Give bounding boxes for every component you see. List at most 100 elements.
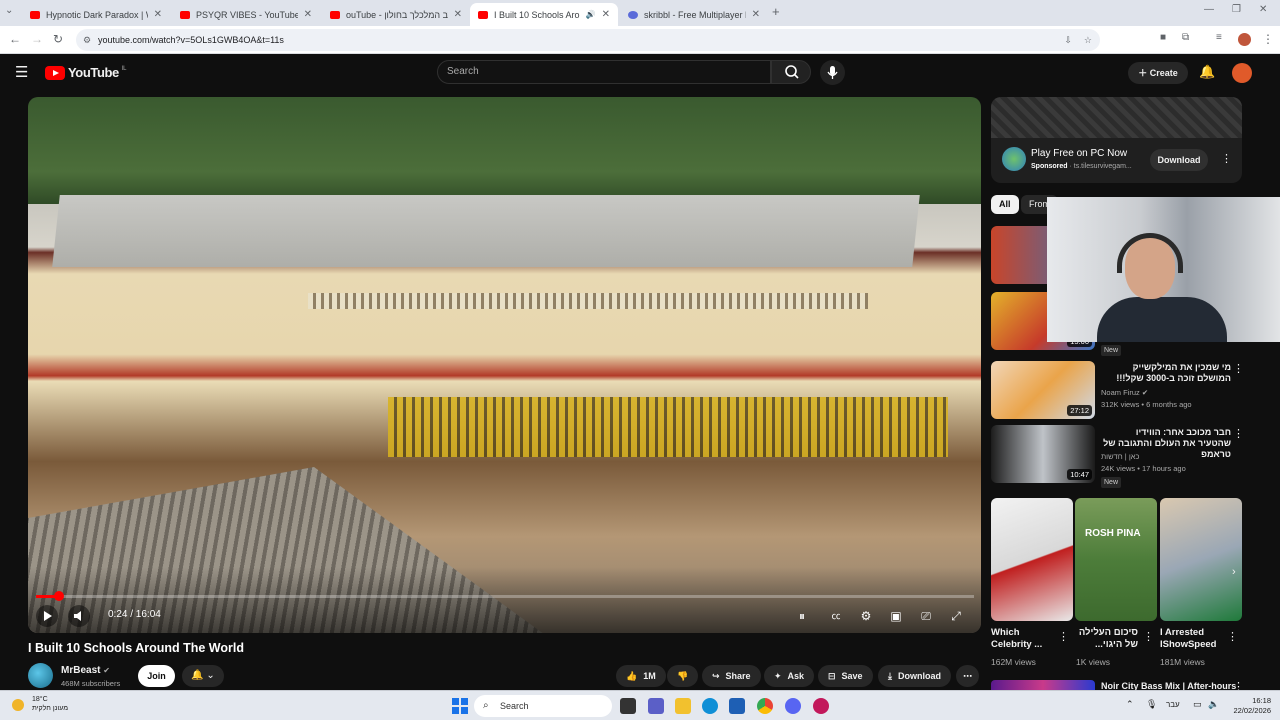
close-tab-icon[interactable]: ✕: [752, 9, 760, 20]
short-more-icon[interactable]: ⋮: [1143, 630, 1154, 643]
bookmark-star-icon[interactable]: ☆: [1084, 29, 1092, 51]
file-explorer-icon[interactable]: [675, 698, 691, 714]
close-tab-icon[interactable]: ✕: [602, 9, 610, 20]
chrome-icon[interactable]: [757, 698, 773, 714]
media-controls-icon[interactable]: ≡: [1216, 32, 1222, 43]
profile-avatar[interactable]: [1238, 33, 1251, 46]
search-input[interactable]: Search: [437, 60, 771, 84]
chevron-right-icon[interactable]: ›: [1232, 566, 1236, 578]
download-button[interactable]: ⤓ Download: [878, 665, 951, 687]
related-title-3[interactable]: מי שמכין את המילקשייק המושלם זוכה ב-3000…: [1101, 362, 1231, 384]
system-clock[interactable]: 16:18 22/02/2026: [1225, 696, 1271, 716]
window-close-icon[interactable]: ✕: [1259, 4, 1267, 15]
browser-tab-2[interactable]: PSYQR VIBES - YouTube ✕: [172, 3, 320, 26]
short-title-1[interactable]: Which Celebrity ...: [991, 627, 1061, 651]
browser-tab-1[interactable]: Hypnotic Dark Paradox | When ✕: [22, 3, 170, 26]
related-more-icon[interactable]: ⋮: [1233, 427, 1244, 440]
close-tab-icon[interactable]: ✕: [304, 9, 312, 20]
taskbar-search[interactable]: ⌕ Search: [474, 695, 612, 717]
weather-widget[interactable]: 18°C מעונן חלקית: [32, 695, 68, 713]
short-title-2[interactable]: סיכום העלילה של היגוי...: [1076, 627, 1138, 651]
network-icon[interactable]: ▭: [1193, 699, 1202, 710]
related-thumbnail-4[interactable]: 10:47: [991, 425, 1095, 483]
short-thumbnail-2[interactable]: ROSH PINA: [1075, 498, 1157, 621]
next-video-thumbnail[interactable]: [991, 680, 1095, 690]
channel-avatar[interactable]: [28, 663, 53, 688]
extensions-puzzle-icon[interactable]: ⧉: [1182, 32, 1189, 43]
ad-download-button[interactable]: Download: [1150, 149, 1208, 171]
account-avatar[interactable]: [1232, 63, 1252, 83]
notifications-bell-icon[interactable]: 🔔: [1199, 64, 1215, 80]
edge-icon[interactable]: [702, 698, 718, 714]
related-thumbnail-3[interactable]: 27:12: [991, 361, 1095, 419]
hamburger-menu-icon[interactable]: ☰: [15, 63, 28, 81]
join-button[interactable]: Join: [138, 665, 175, 687]
app-icon[interactable]: [813, 698, 829, 714]
ad-more-icon[interactable]: ⋮: [1221, 152, 1232, 165]
search-button[interactable]: [771, 60, 811, 84]
short-thumbnail-3[interactable]: [1160, 498, 1242, 621]
sidebar-ad[interactable]: Play Free on PC Now Sponsored · ts.tiles…: [991, 97, 1242, 183]
close-tab-icon[interactable]: ✕: [154, 9, 162, 20]
chip-all[interactable]: All: [991, 195, 1019, 214]
speaker-icon[interactable]: 🔊: [586, 10, 596, 19]
like-button[interactable]: 👍 1M: [616, 665, 666, 687]
video-player[interactable]: 0:24 / 16:04 ⏸ ㏄ ⚙ ▣ ⎚ ⤢: [28, 97, 981, 633]
browser-tab-5[interactable]: skribbl - Free Multiplayer Drawi ✕: [620, 3, 768, 26]
tray-chevron-icon[interactable]: ⌃: [1126, 699, 1134, 710]
minimize-icon[interactable]: —: [1204, 4, 1214, 15]
webcam-overlay: [1047, 197, 1280, 342]
close-tab-icon[interactable]: ✕: [454, 9, 462, 20]
create-button[interactable]: ＋ Create: [1128, 62, 1188, 84]
dislike-button[interactable]: 👎: [667, 665, 699, 687]
language-indicator[interactable]: עבר: [1166, 700, 1180, 709]
share-button[interactable]: ↪ Share: [702, 665, 761, 687]
captions-button[interactable]: ㏄: [825, 605, 847, 627]
tab-list-chevron-icon[interactable]: ⌄: [5, 5, 13, 16]
miniplayer-button[interactable]: ▣: [885, 605, 907, 627]
thumbs-down-icon: 👎: [677, 670, 689, 681]
weather-icon[interactable]: [12, 699, 24, 711]
channel-name[interactable]: MrBeast ✔: [61, 665, 110, 676]
install-app-icon[interactable]: ⇩: [1064, 29, 1072, 51]
site-info-icon[interactable]: ⚙: [83, 29, 91, 51]
reload-icon[interactable]: ↻: [53, 32, 63, 46]
subscription-bell-button[interactable]: 🔔 ⌄: [182, 665, 224, 687]
volume-button[interactable]: [68, 605, 90, 627]
play-button[interactable]: [36, 605, 58, 627]
cast-button[interactable]: ⎚: [915, 605, 937, 627]
forward-icon[interactable]: →: [31, 32, 43, 46]
store-icon[interactable]: [729, 698, 745, 714]
more-actions-button[interactable]: ⋯: [956, 665, 979, 687]
extension-icon[interactable]: ■: [1160, 32, 1166, 43]
restore-icon[interactable]: ❐: [1232, 4, 1241, 15]
volume-icon[interactable]: 🔈: [1208, 699, 1219, 710]
browser-tab-4-active[interactable]: I Built 10 Schools Around T 🔊 ✕: [470, 3, 618, 26]
youtube-logo[interactable]: YouTube IL: [45, 65, 127, 80]
autoplay-toggle[interactable]: ⏸: [791, 605, 813, 627]
short-more-icon[interactable]: ⋮: [1227, 630, 1238, 643]
short-title-3[interactable]: I Arrested IShowSpeed: [1160, 627, 1230, 651]
browser-menu-icon[interactable]: ⋮: [1262, 32, 1274, 46]
short-thumbnail-1[interactable]: [991, 498, 1073, 621]
url-field[interactable]: ⚙ youtube.com/watch?v=5OLs1GWB4OA&t=11s …: [76, 29, 1100, 51]
tray-mic-icon[interactable]: 🎙: [1146, 699, 1157, 710]
teams-icon[interactable]: [648, 698, 664, 714]
subscriber-count: 468M subscribers: [61, 679, 121, 688]
related-more-icon[interactable]: ⋮: [1233, 362, 1244, 375]
discord-icon[interactable]: [785, 698, 801, 714]
progress-bar[interactable]: [36, 591, 974, 601]
ask-button[interactable]: ✦ Ask: [764, 665, 815, 687]
new-tab-icon[interactable]: +: [772, 4, 780, 19]
windows-start-icon[interactable]: [452, 698, 468, 714]
voice-search-button[interactable]: [820, 60, 845, 85]
fullscreen-button[interactable]: ⤢: [945, 605, 967, 627]
settings-button[interactable]: ⚙: [855, 605, 877, 627]
back-icon[interactable]: ←: [9, 32, 21, 46]
task-view-icon[interactable]: [620, 698, 636, 714]
save-button[interactable]: ⊟ Save: [818, 665, 873, 687]
ad-title: Play Free on PC Now: [1031, 148, 1128, 159]
browser-tab-3[interactable]: ouTube - הקרב המלכלך בחולון ✕: [322, 3, 470, 26]
save-bookmark-icon: ⊟: [828, 670, 836, 681]
short-more-icon[interactable]: ⋮: [1058, 630, 1069, 643]
